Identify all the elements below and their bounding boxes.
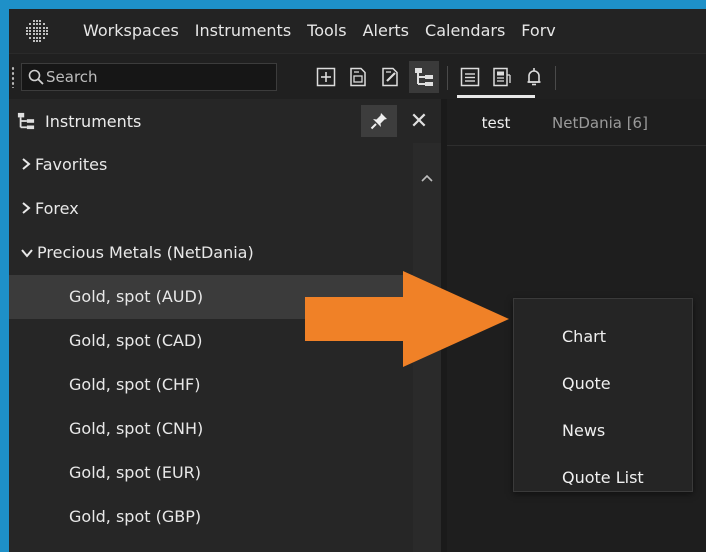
close-icon: ✕ (409, 108, 429, 134)
menu-tools[interactable]: Tools (299, 9, 354, 53)
toolbar-separator (555, 66, 556, 90)
tab-test[interactable]: test (457, 99, 535, 147)
list-button[interactable] (455, 61, 485, 93)
toolbar-grip-handle[interactable] (11, 66, 15, 88)
chevron-down-icon (21, 232, 33, 276)
search-icon (28, 69, 44, 85)
scroll-up-button[interactable] (413, 163, 441, 193)
menu-workspaces[interactable]: Workspaces (65, 9, 187, 53)
edit-button[interactable] (375, 61, 405, 93)
tree-group-label: Forex (35, 199, 79, 218)
tree-group-label: Favorites (35, 155, 108, 174)
tree-group-precious-metals[interactable]: Precious Metals (NetDania) (9, 231, 413, 275)
search-input[interactable] (44, 68, 266, 86)
add-button[interactable] (311, 61, 341, 93)
menu-alerts[interactable]: Alerts (355, 9, 417, 53)
chevron-right-icon (21, 188, 31, 232)
context-menu-chart[interactable]: Chart (562, 317, 606, 357)
tree-icon (17, 112, 35, 130)
add-box-icon (316, 67, 336, 87)
search-box[interactable] (21, 63, 277, 91)
app-window: Workspaces Instruments Tools Alerts Cale… (9, 9, 706, 552)
active-tab-indicator (457, 95, 535, 98)
instruments-tree-button[interactable] (409, 61, 439, 93)
save-button[interactable] (343, 61, 373, 93)
chevron-right-icon (21, 144, 31, 188)
menu-forward[interactable]: Forv (513, 9, 563, 53)
document-icon (350, 67, 366, 87)
instruments-panel-header: Instruments ✕ (9, 99, 441, 143)
list-icon (460, 67, 480, 87)
tree-item-gold-cnh[interactable]: Gold, spot (CNH) (9, 407, 413, 451)
context-menu-quote[interactable]: Quote (562, 364, 611, 404)
context-menu-news[interactable]: News (562, 411, 605, 451)
bell-icon (527, 68, 541, 86)
news-icon (493, 67, 511, 87)
tab-netdania[interactable]: NetDania [6] (552, 99, 648, 147)
tree-item-gold-gbp[interactable]: Gold, spot (GBP) (9, 495, 413, 539)
close-panel-button[interactable]: ✕ (401, 105, 437, 137)
menu-bar: Workspaces Instruments Tools Alerts Cale… (9, 9, 706, 53)
orange-arrow-icon (305, 271, 509, 367)
pin-button[interactable] (361, 105, 397, 137)
app-logo-icon (9, 9, 65, 53)
tree-item-gold-eur[interactable]: Gold, spot (EUR) (9, 451, 413, 495)
panel-title: Instruments (45, 111, 142, 131)
tree-group-label: Precious Metals (NetDania) (37, 243, 254, 262)
toolbar (9, 53, 706, 100)
context-menu: Chart Quote News Quote List (513, 298, 693, 492)
context-menu-quote-list[interactable]: Quote List (562, 458, 644, 498)
tree-icon (415, 68, 433, 86)
tree-item-gold-chf[interactable]: Gold, spot (CHF) (9, 363, 413, 407)
toolbar-separator (447, 66, 448, 90)
alerts-button[interactable] (519, 61, 549, 93)
tree-group-forex[interactable]: Forex (9, 187, 413, 231)
edit-document-icon (382, 67, 398, 87)
menu-instruments[interactable]: Instruments (187, 9, 299, 53)
menu-calendars[interactable]: Calendars (417, 9, 513, 53)
tab-bar-divider (447, 145, 706, 146)
chevron-up-icon (421, 174, 433, 182)
pin-icon (370, 113, 387, 130)
news-button[interactable] (487, 61, 517, 93)
tree-group-favorites[interactable]: Favorites (9, 143, 413, 187)
